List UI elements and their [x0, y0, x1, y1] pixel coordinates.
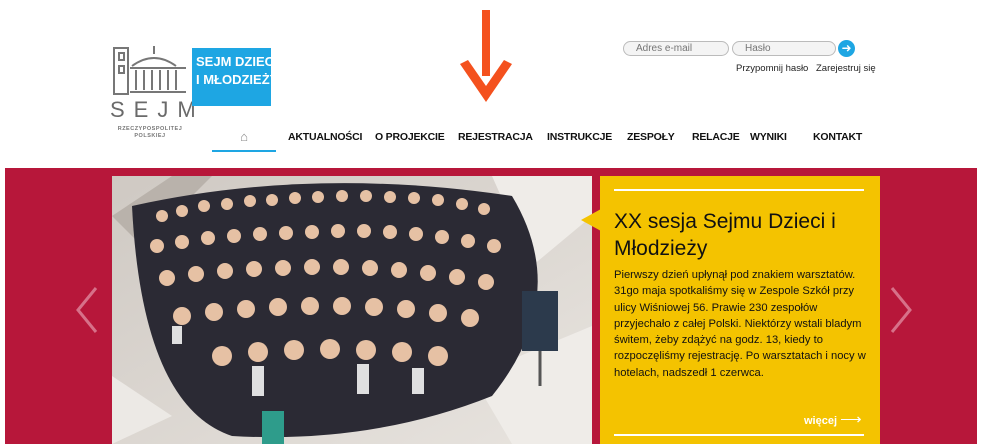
slide-photo[interactable] — [112, 176, 592, 444]
arrow-right-icon: ⟶ — [840, 411, 862, 428]
nav-home[interactable]: ⌂ — [212, 129, 276, 151]
nav-kontakt[interactable]: KONTAKT — [813, 131, 862, 143]
logo-wordmark: SEJM — [110, 97, 205, 122]
register-link[interactable]: Zarejestruj się — [816, 63, 876, 74]
sejm-dzieci-badge[interactable]: SEJM DZIECI I MŁODZIEŻY — [192, 48, 279, 106]
nav-wyniki[interactable]: WYNIKI — [750, 131, 787, 143]
slider-next-arrow[interactable] — [886, 285, 916, 335]
nav-zespoly[interactable]: ZESPOŁY — [627, 131, 675, 143]
logo-subtitle: RZECZYPOSPOLITEJ — [117, 126, 183, 132]
sejm-building-icon — [113, 46, 186, 95]
nav-rejestracja[interactable]: REJESTRACJA — [458, 131, 533, 143]
arrow-right-icon: ➜ — [841, 41, 852, 55]
login-submit-button[interactable]: ➜ — [838, 40, 855, 57]
arrow-down-icon — [460, 10, 512, 102]
password-input[interactable] — [732, 41, 836, 56]
slide-caption-panel: XX sesja Sejmu Dzieci i Młodzieży Pierws… — [600, 176, 880, 444]
nav-aktualnosci[interactable]: AKTUALNOŚCI — [288, 131, 362, 143]
badge-line-2: I MŁODZIEŻY — [196, 72, 279, 87]
email-input[interactable] — [623, 41, 729, 56]
group-photo-image — [112, 176, 592, 444]
home-icon: ⌂ — [240, 129, 248, 144]
slide-title[interactable]: XX sesja Sejmu Dzieci i Młodzieży — [614, 208, 864, 262]
panel-pointer — [581, 209, 601, 231]
slide-text: Pierwszy dzień upłynął pod znakiem warsz… — [614, 269, 866, 379]
panel-bottom-divider — [614, 434, 864, 436]
panel-top-divider — [614, 189, 864, 191]
read-more-link[interactable]: więcej ⟶ — [804, 410, 862, 428]
read-more-label: więcej — [804, 415, 838, 427]
badge-line-1: SEJM DZIECI — [196, 54, 278, 69]
nav-relacje[interactable]: RELACJE — [692, 131, 740, 143]
nav-o-projekcie[interactable]: O PROJEKCIE — [375, 131, 445, 143]
slider-prev-arrow[interactable] — [72, 285, 102, 335]
remind-password-link[interactable]: Przypomnij hasło — [736, 63, 808, 74]
active-underline — [212, 150, 276, 152]
nav-instrukcje[interactable]: INSTRUKCJE — [547, 131, 612, 143]
logo-subtitle-2: POLSKIEJ — [134, 133, 166, 139]
sejm-logo[interactable]: SEJM RZECZYPOSPOLITEJ POLSKIEJ — [110, 40, 196, 139]
